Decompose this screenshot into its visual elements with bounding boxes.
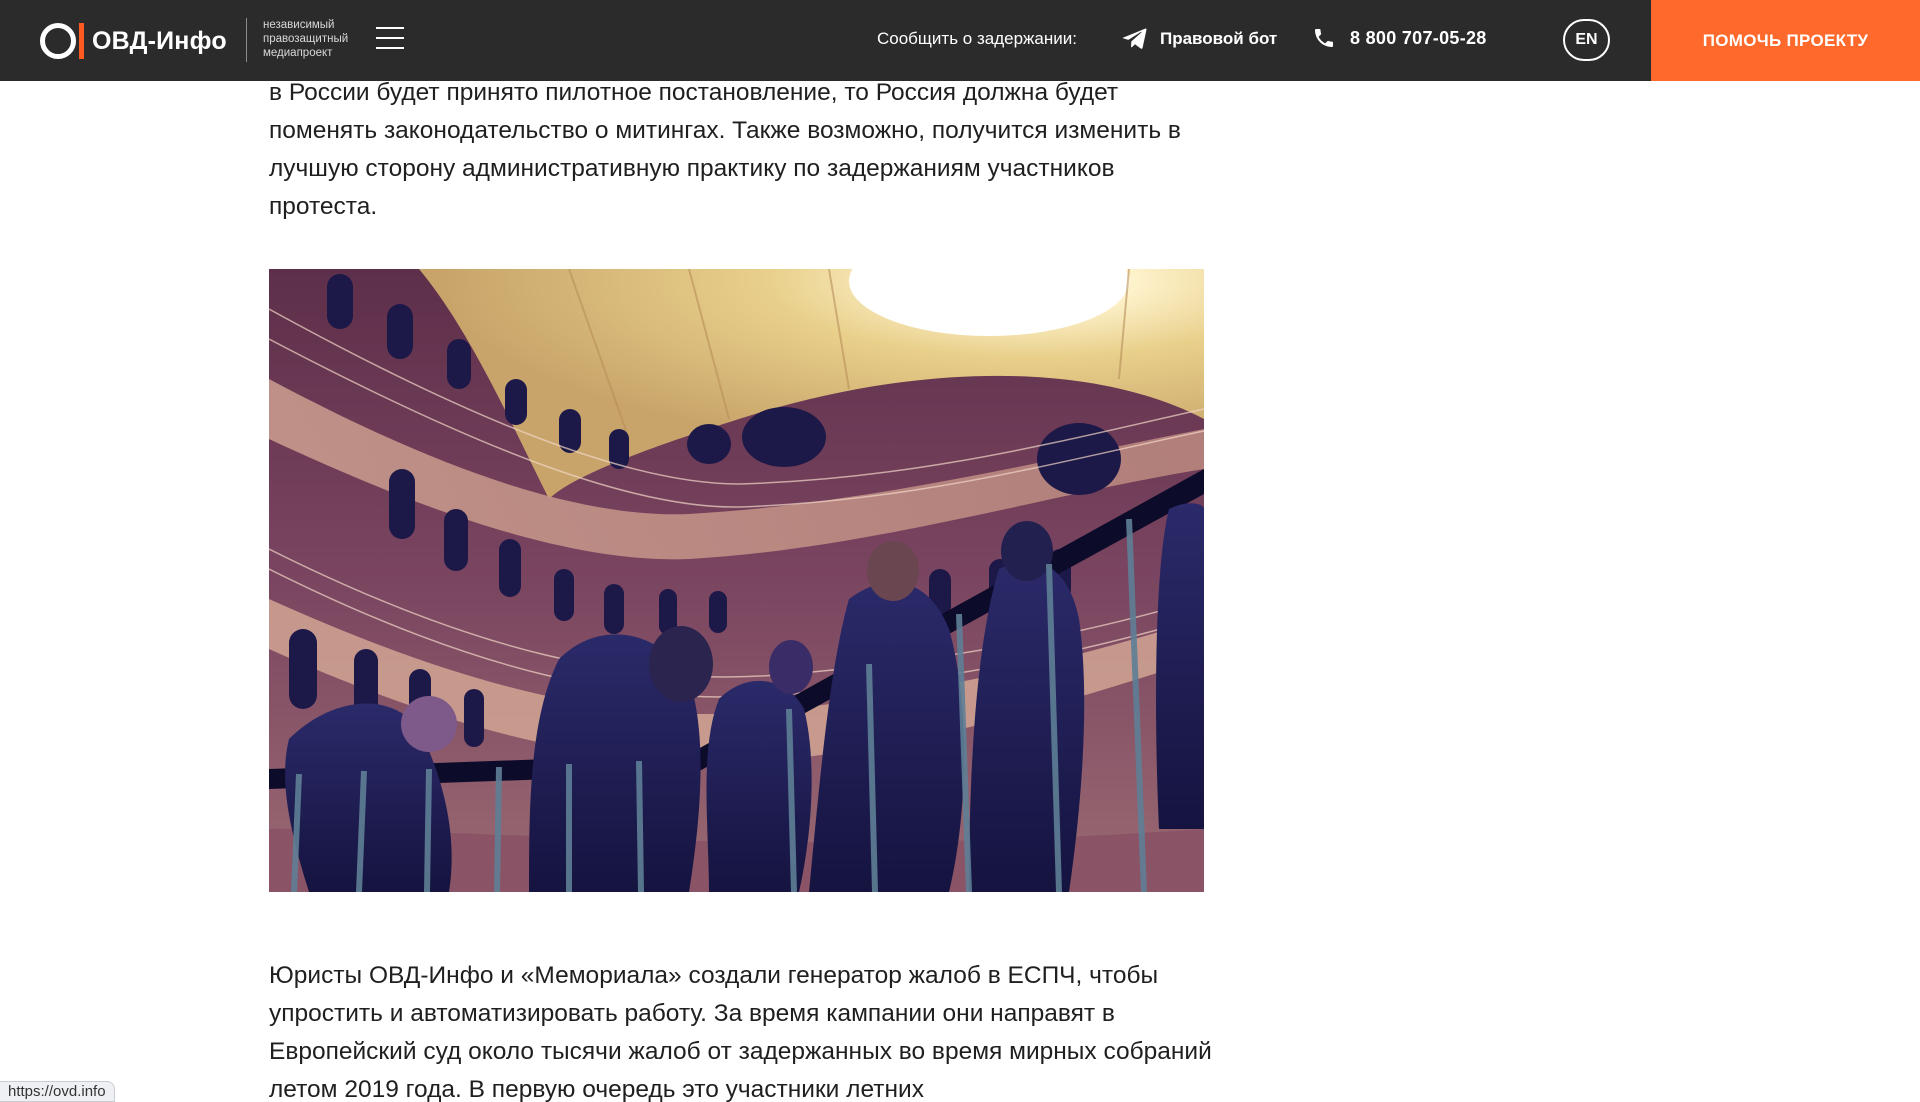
- site-header: ОВД-Инфо независимый правозащитный медиа…: [0, 0, 1920, 81]
- site-logo[interactable]: ОВД-Инфо: [40, 20, 227, 62]
- logo-text: ОВД-Инфо: [92, 26, 227, 55]
- status-bar-url: https://ovd.info: [0, 1081, 115, 1102]
- telegram-icon: [1122, 28, 1147, 49]
- donate-button[interactable]: ПОМОЧЬ ПРОЕКТУ: [1651, 0, 1920, 81]
- tagline-line: правозащитный: [263, 33, 349, 45]
- logo-bar-icon: [79, 23, 84, 59]
- tagline-line: медиапроект: [263, 47, 333, 59]
- legal-bot-label: Правовой бот: [1160, 28, 1278, 48]
- logo-divider: [246, 18, 247, 62]
- phone-icon: [1315, 29, 1333, 47]
- language-switch-button[interactable]: EN: [1563, 19, 1610, 61]
- tagline-line: независимый: [263, 19, 335, 31]
- site-tagline: независимый правозащитный медиапроект: [263, 18, 373, 60]
- legal-bot-link[interactable]: Правовой бот: [1121, 25, 1277, 52]
- prison-rotunda-illustration: [269, 269, 1204, 892]
- logo-circle-icon: [40, 23, 76, 59]
- report-detention-label: Сообщить о задержании:: [877, 29, 1077, 48]
- hotline-phone-link[interactable]: 8 800 707-05-28: [1312, 25, 1487, 51]
- article-paragraph: в России будет принято пилотное постанов…: [269, 79, 1181, 220]
- article-paragraph: Юристы ОВД-Инфо и «Мемориала» создали ге…: [269, 962, 1212, 1102]
- hotline-phone-number: 8 800 707-05-28: [1350, 27, 1487, 48]
- menu-icon[interactable]: [376, 27, 404, 53]
